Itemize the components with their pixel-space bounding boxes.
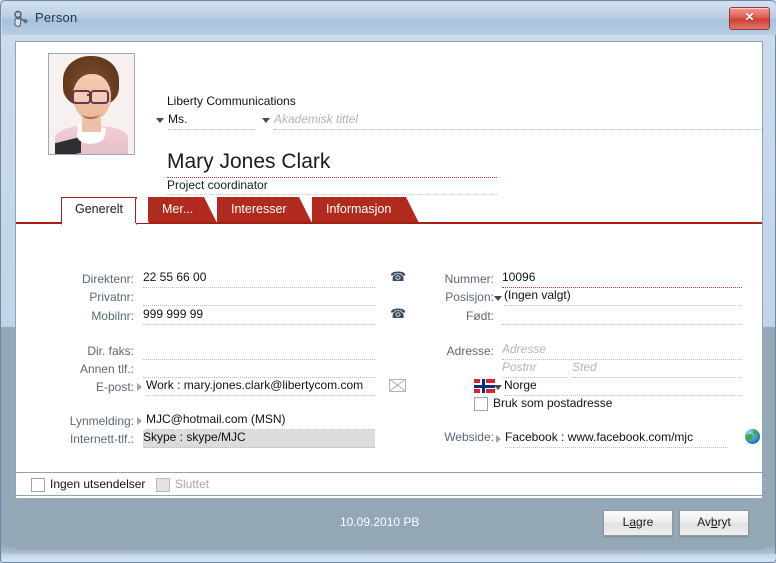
field-epost[interactable]: Work : mary.jones.clark@libertycom.com: [146, 378, 375, 396]
label-sluttet: Sluttet: [175, 477, 210, 491]
field-fodt[interactable]: [502, 307, 742, 325]
chevron-down-icon-country[interactable]: [494, 385, 502, 390]
field-posisjon[interactable]: (Ingen valgt): [504, 288, 742, 306]
save-button-accel: a: [629, 515, 637, 529]
cancel-button-post: ryt: [717, 515, 731, 529]
field-webside[interactable]: Facebook : www.facebook.com/mjc: [505, 430, 728, 448]
general-tab-panel: Direktenr: 22 55 66 00 ☎ Privatnr: Mobil…: [16, 224, 762, 502]
field-annen-tlf[interactable]: [143, 360, 375, 378]
contact-photo[interactable]: [48, 53, 135, 155]
tab-strip: Generelt Mer... Interesser Informasjon: [16, 197, 762, 225]
label-epost: E-post:: [95, 380, 134, 394]
chevron-down-icon-posisjon[interactable]: [494, 296, 502, 301]
contact-role-field[interactable]: Project coordinator: [167, 178, 497, 195]
save-button-post: gre: [636, 515, 654, 529]
cancel-button-pre: Av: [697, 515, 711, 529]
label-annen-tlf: Annen tlf.:: [79, 362, 134, 376]
tab-interesser-label: Interesser: [231, 202, 287, 216]
label-fodt: Født:: [465, 309, 494, 323]
label-direktenr: Direktenr:: [81, 272, 134, 286]
window-bottom-edge: [2, 554, 776, 561]
tab-interesser[interactable]: Interesser: [217, 197, 312, 223]
tab-informasjon-label: Informasjon: [326, 202, 392, 216]
expand-arrow-icon-epost[interactable]: [137, 383, 142, 391]
modified-date: 10.09.2010 PB: [340, 515, 420, 529]
photo-neck: [82, 118, 101, 132]
window-title: Person: [35, 10, 78, 25]
tab-mer-slant: [204, 197, 217, 223]
checkbox-sluttet: [156, 478, 170, 492]
dialog-footer: 10.09.2010 PB Lagre Avbryt: [15, 498, 763, 550]
label-mobilnr: Mobilnr:: [91, 309, 134, 323]
field-privatnr[interactable]: [143, 288, 375, 306]
photo-glasses-left: [72, 90, 91, 104]
label-dir-faks: Dir. faks:: [87, 344, 134, 358]
checkbox-bruk-som-postadresse[interactable]: [474, 397, 488, 411]
photo-glasses-bridge: [87, 94, 90, 96]
field-lynmelding[interactable]: MJC@hotmail.com (MSN): [146, 412, 375, 430]
contact-name-field[interactable]: Mary Jones Clark: [167, 150, 497, 178]
field-adresse[interactable]: Adresse: [502, 342, 742, 360]
tab-generelt-label: Generelt: [75, 202, 123, 216]
tab-informasjon-slant: [406, 197, 419, 223]
envelope-icon-epost[interactable]: [389, 379, 406, 392]
dialog-client-area: Liberty Communications Ms. Akademisk tit…: [15, 41, 764, 503]
field-nummer[interactable]: 10096: [502, 270, 742, 288]
globe-icon-webside[interactable]: [745, 429, 760, 444]
tab-generelt[interactable]: Generelt: [61, 197, 149, 225]
label-nummer: Nummer:: [444, 272, 494, 286]
person-dialog-window: Person ✕ Liberty Communications Ms. Akad…: [0, 0, 776, 563]
label-bruk-som-postadresse: Bruk som postadresse: [493, 396, 613, 410]
field-direktenr[interactable]: 22 55 66 00: [143, 270, 375, 288]
chevron-down-icon-academic-title[interactable]: [262, 118, 270, 123]
bottom-options-bar: Ingen utsendelser Sluttet: [15, 472, 763, 496]
tab-interesser-slant: [299, 197, 312, 223]
field-sted[interactable]: Sted: [572, 360, 742, 378]
salutation-field[interactable]: Ms.: [168, 112, 256, 130]
norway-flag-icon: [474, 379, 495, 393]
field-country[interactable]: Norge: [504, 378, 742, 396]
title-bar: Person ✕: [2, 2, 776, 35]
close-button[interactable]: ✕: [729, 7, 770, 30]
tab-mer[interactable]: Mer...: [148, 197, 217, 223]
field-postnr[interactable]: Postnr: [502, 360, 567, 378]
photo-smile: [82, 110, 99, 119]
label-lynmelding: Lynmelding:: [69, 414, 134, 428]
company-name: Liberty Communications: [167, 94, 296, 108]
chevron-down-icon-salutation[interactable]: [156, 118, 164, 123]
tab-generelt-slant: [135, 197, 149, 223]
field-internett-tlf[interactable]: Skype : skype/MJC: [143, 430, 375, 448]
expand-arrow-icon-lynmelding[interactable]: [137, 417, 142, 425]
label-webside: Webside:: [444, 430, 494, 444]
cancel-button-accel: b: [710, 515, 718, 529]
field-dir-faks[interactable]: [143, 342, 375, 360]
checkbox-ingen-utsendelser[interactable]: [31, 478, 45, 492]
expand-arrow-icon-webside[interactable]: [496, 435, 501, 443]
tab-mer-label: Mer...: [162, 202, 194, 216]
label-ingen-utsendelser: Ingen utsendelser: [50, 477, 146, 491]
label-privatnr: Privatnr:: [89, 290, 134, 304]
label-adresse: Adresse:: [446, 344, 494, 358]
close-icon: ✕: [744, 10, 755, 24]
cancel-button[interactable]: Avbryt: [679, 510, 749, 536]
photo-glasses-right: [90, 90, 109, 104]
save-button[interactable]: Lagre: [603, 510, 673, 536]
label-posisjon: Posisjon:: [445, 290, 494, 304]
person-key-icon: [12, 10, 30, 28]
field-mobilnr[interactable]: 999 999 99: [143, 307, 375, 325]
tab-informasjon[interactable]: Informasjon: [312, 197, 419, 223]
label-internett-tlf: Internett-tlf.:: [69, 432, 134, 446]
academic-title-field[interactable]: Akademisk tittel: [274, 112, 764, 130]
flag-blue-horizontal: [474, 384, 495, 388]
contact-header: Liberty Communications Ms. Akademisk tit…: [16, 42, 764, 197]
